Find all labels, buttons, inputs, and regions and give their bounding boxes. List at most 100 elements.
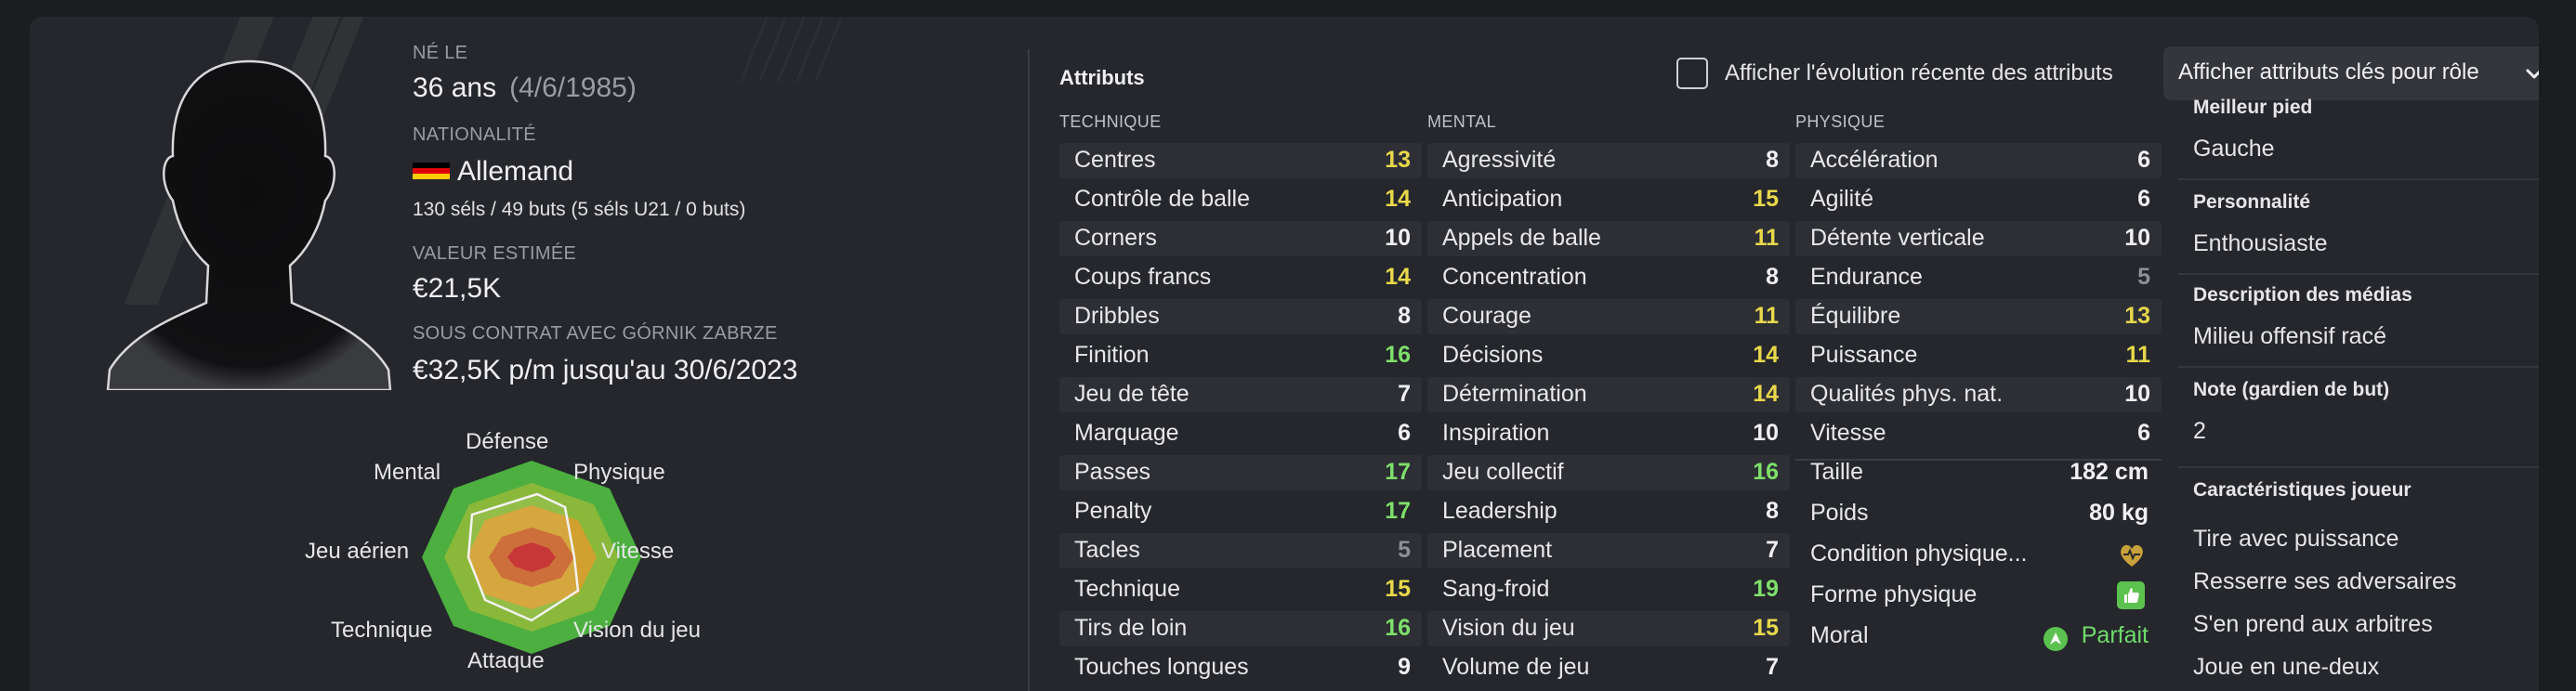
heart-icon[interactable] [2117,541,2147,570]
weight-label: Poids [1810,500,1869,526]
attribute-row[interactable]: Centres 13 [1059,141,1422,180]
attribute-row[interactable]: Dribbles 8 [1059,297,1422,336]
attribute-name: Jeu collectif [1442,459,1564,485]
attribute-row[interactable]: Coups francs 14 [1059,258,1422,297]
attribute-value: 5 [2137,264,2150,290]
attribute-row[interactable]: Détermination 14 [1427,375,1790,414]
attribute-row[interactable]: Marquage 6 [1059,414,1422,453]
attribute-name: Agressivité [1442,147,1557,173]
attribute-name: Concentration [1442,264,1587,290]
attribute-row[interactable]: Appels de balle 11 [1427,219,1790,258]
attribute-name: Technique [1074,576,1180,602]
section-divider [1028,49,1030,691]
attribute-row[interactable]: Endurance 5 [1795,258,2162,297]
media-description-label: Description des médias [2193,284,2412,306]
physique-header: PHYSIQUE [1795,112,1886,131]
attribute-name: Courage [1442,303,1531,329]
attribute-name: Placement [1442,537,1553,563]
attribute-value: 19 [1753,576,1779,602]
profile-panel: NÉ LE 36 ans (4/6/1985) NATIONALITÉ Allem… [30,17,2539,691]
attribute-row[interactable]: Finition 16 [1059,336,1422,375]
personality-label: Personnalité [2193,191,2311,213]
trait-item[interactable]: Joue en une-deux [2193,654,2379,681]
trait-item[interactable]: Tire avec puissance [2193,526,2399,553]
attribute-row[interactable]: Penalty 17 [1059,492,1422,531]
attribute-value: 7 [1398,381,1411,407]
morale-value: Parfait [2081,622,2149,648]
attribute-row[interactable]: Courage 11 [1427,297,1790,336]
germany-flag-icon [413,163,450,180]
attribute-row[interactable]: Équilibre 13 [1795,297,2162,336]
attribute-name: Vitesse [1810,420,1886,446]
attribute-value: 7 [1766,537,1779,563]
attribute-row[interactable]: Technique 15 [1059,570,1422,609]
morale-up-icon [2044,627,2068,651]
key-attributes-dropdown[interactable]: Afficher attributs clés pour rôle [2163,46,2539,100]
attribute-value: 17 [1385,498,1411,524]
attribute-row[interactable]: Décisions 14 [1427,336,1790,375]
attribute-row[interactable]: Inspiration 10 [1427,414,1790,453]
attribute-name: Tirs de loin [1074,615,1188,641]
personality-value[interactable]: Enthousiaste [2193,230,2328,257]
value-label: VALEUR ESTIMÉE [413,243,577,264]
attribute-row[interactable]: Agilité 6 [1795,180,2162,219]
attribute-row[interactable]: Placement 7 [1427,531,1790,570]
attribute-row[interactable]: Agressivité 8 [1427,141,1790,180]
attribute-row[interactable]: Volume de jeu 7 [1427,648,1790,687]
attribute-row[interactable]: Jeu de tête 7 [1059,375,1422,414]
attribute-row[interactable]: Corners 10 [1059,219,1422,258]
attribute-value: 6 [2137,147,2150,173]
attribute-row[interactable]: Anticipation 15 [1427,180,1790,219]
media-description-value[interactable]: Milieu offensif racé [2193,323,2386,350]
attribute-row[interactable]: Touches longues 9 [1059,648,1422,687]
attribute-value: 13 [2124,303,2150,329]
radar-label-technique: Technique [331,618,433,643]
attribute-row[interactable]: Sang-froid 19 [1427,570,1790,609]
attribute-row[interactable]: Vitesse 6 [1795,414,2162,453]
sidebar-separator [2178,273,2539,275]
nationality-value[interactable]: Allemand [413,156,573,188]
gk-rating-label: Note (gardien de but) [2193,379,2390,400]
trait-item[interactable]: Resserre ses adversaires [2193,568,2456,595]
radar-label-physique: Physique [573,460,665,485]
recent-evolution-checkbox[interactable] [1676,58,1708,89]
attribute-row[interactable]: Puissance 11 [1795,336,2162,375]
age-text: 36 ans [413,72,497,103]
attribute-row[interactable]: Contrôle de balle 14 [1059,180,1422,219]
attribute-value: 10 [1753,420,1779,446]
attribute-row[interactable]: Qualités phys. nat. 10 [1795,375,2162,414]
nationality-label: NATIONALITÉ [413,124,536,145]
attribute-row[interactable]: Concentration 8 [1427,258,1790,297]
attribute-value: 6 [2137,186,2150,212]
attribute-name: Appels de balle [1442,225,1601,251]
attribute-value: 9 [1398,654,1411,680]
thumbs-up-icon[interactable] [2117,581,2145,609]
attribute-row[interactable]: Jeu collectif 16 [1427,453,1790,492]
attribute-value: 6 [2137,420,2150,446]
condition-label: Condition physique... [1810,541,2028,567]
attribute-name: Vision du jeu [1442,615,1575,641]
best-foot-label: Meilleur pied [2193,97,2313,118]
gk-rating-value: 2 [2193,418,2206,444]
attribute-row[interactable]: Vision du jeu 15 [1427,609,1790,648]
attribute-name: Coups francs [1074,264,1212,290]
trait-item[interactable]: S'en prend aux arbitres [2193,611,2433,638]
attribute-row[interactable]: Passes 17 [1059,453,1422,492]
recent-evolution-label[interactable]: Afficher l'évolution récente des attribu… [1725,60,2113,86]
contract-label[interactable]: SOUS CONTRAT AVEC GÓRNIK ZABRZE [413,323,778,345]
attribute-row[interactable]: Tirs de loin 16 [1059,609,1422,648]
attribute-row[interactable]: Tacles 5 [1059,531,1422,570]
attribute-name: Centres [1074,147,1156,173]
birth-date: (4/6/1985) [509,72,637,103]
attribute-value: 10 [2124,225,2150,251]
player-profile-screen: NÉ LE 36 ans (4/6/1985) NATIONALITÉ Allem… [0,0,2576,691]
birth-label: NÉ LE [413,43,468,63]
estimated-value: €21,5K [413,273,502,304]
attribute-row[interactable]: Leadership 8 [1427,492,1790,531]
attribute-row[interactable]: Détente verticale 10 [1795,219,2162,258]
technique-header: TECHNIQUE [1059,112,1162,131]
attribute-name: Penalty [1074,498,1152,524]
attribute-value: 15 [1753,186,1779,212]
attribute-name: Marquage [1074,420,1179,446]
attribute-row[interactable]: Accélération 6 [1795,141,2162,180]
